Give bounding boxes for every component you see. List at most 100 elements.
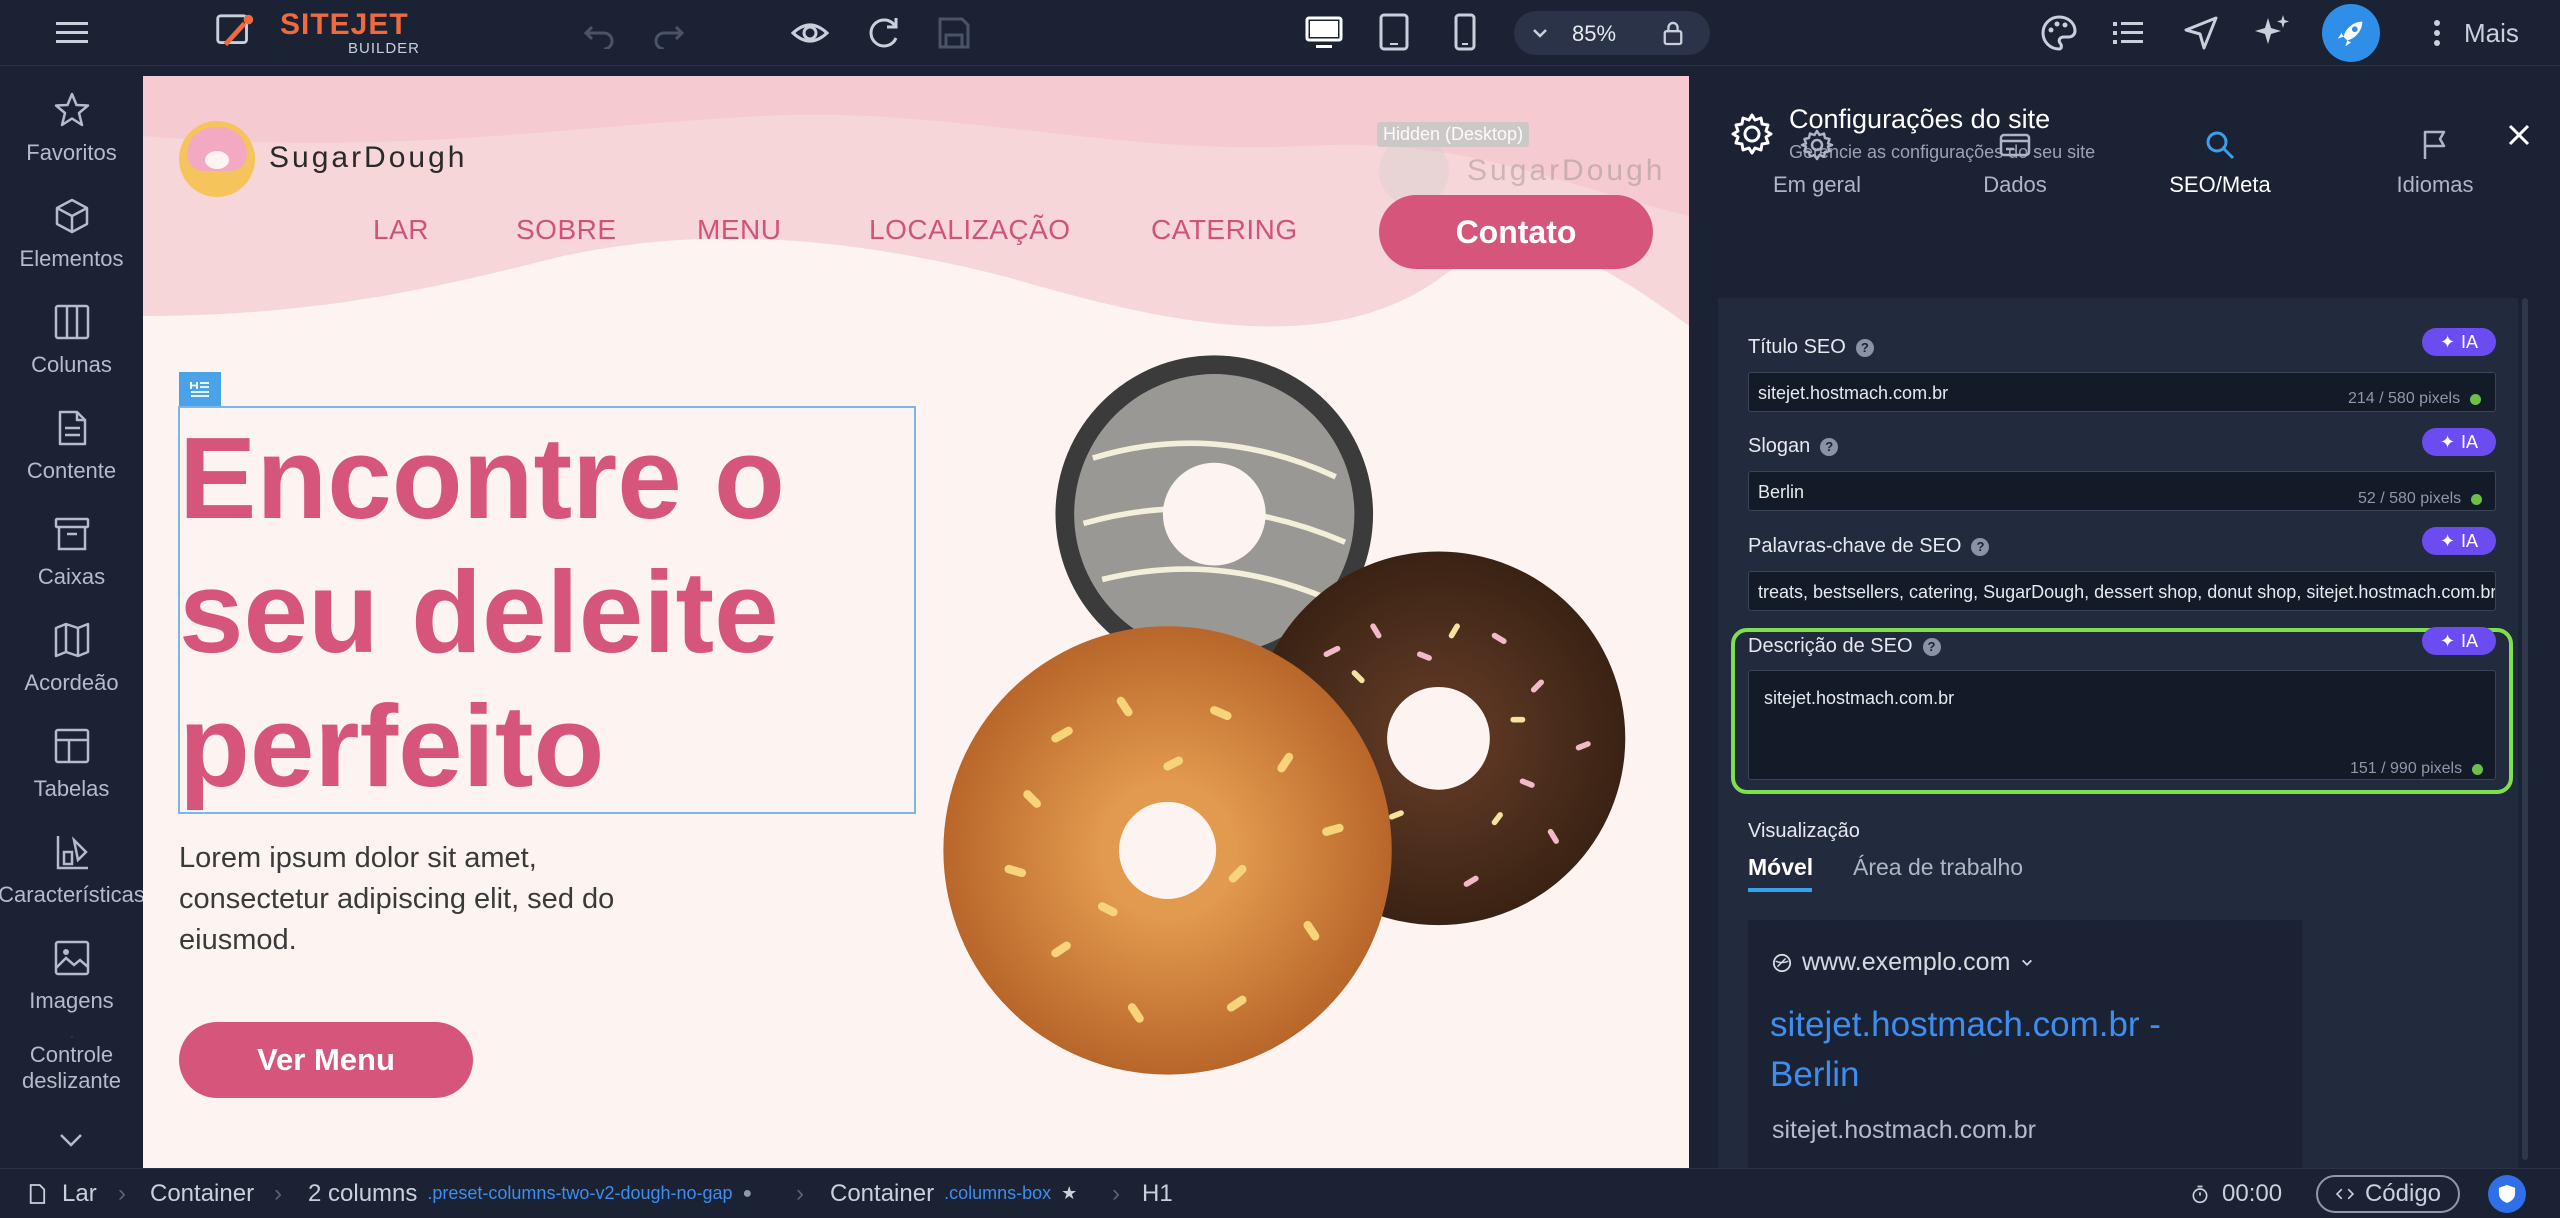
menu-icon[interactable] <box>52 17 92 49</box>
sidebar-item-controle-deslizante[interactable]: Controle deslizante <box>0 1036 143 1094</box>
mobile-icon[interactable] <box>1450 12 1480 52</box>
tab-em-geral[interactable]: Em geral <box>1727 128 1907 198</box>
nav-link-localizacao[interactable]: LOCALIZAÇÃO <box>869 214 1071 246</box>
security-badge[interactable] <box>2488 1175 2526 1213</box>
hero-body: Lorem ipsum dolor sit amet, consectetur … <box>179 838 614 961</box>
donuts-image <box>943 355 1626 1075</box>
list-icon[interactable] <box>2110 16 2146 50</box>
sparkle-icon[interactable] <box>2252 12 2292 52</box>
save-icon[interactable] <box>936 15 972 51</box>
tab-label: Em geral <box>1772 172 1862 197</box>
sitejet-logo[interactable]: SITEJET BUILDER <box>212 8 432 58</box>
sidebar-item-elementos[interactable]: Elementos <box>0 196 143 296</box>
slogan-counter: 52 / 580 pixels <box>2358 490 2483 508</box>
breadcrumb-item-container[interactable]: Container <box>150 1169 254 1218</box>
class-tag: .columns-box <box>944 1183 1052 1203</box>
sidebar-item-favoritos[interactable]: Favoritos <box>0 90 143 190</box>
slogan-label-text: Slogan <box>1748 435 1811 457</box>
preview-tab-desktop[interactable]: Área de trabalho <box>1853 854 2023 881</box>
lock-icon[interactable] <box>1662 20 1684 46</box>
file-icon <box>29 1183 46 1204</box>
publish-button[interactable] <box>2322 4 2380 62</box>
logo-name: SITEJET <box>280 8 409 41</box>
sidebar-item-contente[interactable]: Contente <box>0 408 143 508</box>
nav-link-lar[interactable]: LAR <box>373 214 429 246</box>
sidebar-item-label: Acordeão <box>24 670 119 695</box>
sidebar-item-colunas[interactable]: Colunas <box>0 302 143 402</box>
eye-icon[interactable] <box>790 14 830 52</box>
navigation-icon[interactable] <box>2182 14 2220 52</box>
help-icon[interactable]: ? <box>1820 437 1839 456</box>
ai-label: IA <box>2461 630 2479 651</box>
nav-link-catering[interactable]: CATERING <box>1151 214 1298 246</box>
breadcrumb-item-lar[interactable]: Lar <box>28 1169 97 1218</box>
heading-icon <box>190 382 209 397</box>
palette-icon: ● <box>742 1184 753 1202</box>
desktop-icon[interactable] <box>1304 14 1344 52</box>
preview-title-line1: sitejet.hostmach.com.br - <box>1770 1005 2161 1044</box>
hero-heading-line1: Encontre o <box>179 413 785 543</box>
columns-icon <box>54 304 89 340</box>
glazed-donut <box>943 626 1392 1075</box>
seo-title-counter: 214 / 580 pixels <box>2348 390 2482 408</box>
flag-icon <box>2423 130 2446 159</box>
ai-label: IA <box>2461 331 2479 352</box>
counter-text: 52 / 580 pixels <box>2358 490 2462 507</box>
hero-body-line1: Lorem ipsum dolor sit amet, <box>179 842 537 874</box>
tab-idiomas[interactable]: Idiomas <box>2345 128 2525 198</box>
nav-link-sobre[interactable]: SOBRE <box>516 214 617 246</box>
sidebar-item-caracteristicas[interactable]: Características <box>0 832 145 932</box>
class-tag: .preset-columns-two-v2-dough-no-gap <box>427 1183 733 1203</box>
more-vertical-icon[interactable] <box>2426 16 2448 50</box>
breadcrumb-item-2-columns[interactable]: 2 columns .preset-columns-two-v2-dough-n… <box>308 1169 752 1218</box>
star-icon <box>54 92 89 127</box>
top-toolbar: SITEJET BUILDER 85% Mais <box>0 0 2560 66</box>
keywords-input[interactable]: treats, bestsellers, catering, SugarDoug… <box>1748 571 2496 611</box>
preview-tab-mobile[interactable]: Móvel <box>1748 854 1813 881</box>
element-handle[interactable] <box>179 372 221 406</box>
zoom-selector[interactable]: 85% <box>1514 11 1710 55</box>
breadcrumb-separator: › <box>1112 1179 1120 1207</box>
tab-seo-meta[interactable]: SEO/Meta <box>2130 128 2310 198</box>
tab-dados[interactable]: Dados <box>1925 128 2105 198</box>
scroll-down-icon[interactable] <box>56 1128 86 1152</box>
breadcrumb-item-h1[interactable]: H1 <box>1142 1169 1173 1218</box>
ai-button[interactable]: ✦ IA <box>2422 627 2496 655</box>
panel-scrollbar[interactable] <box>2522 298 2528 1160</box>
hero-heading: Encontre o seu deleite perfeito <box>179 411 919 813</box>
sparkle-icon: ✦ <box>2439 530 2456 551</box>
ai-button[interactable]: ✦ IA <box>2422 428 2496 456</box>
brand-name: SugarDough <box>269 141 468 174</box>
menu-button[interactable]: Ver Menu <box>179 1022 473 1098</box>
redo-icon[interactable] <box>652 17 686 49</box>
brand-logo[interactable] <box>179 121 255 197</box>
code-button[interactable]: Código <box>2316 1175 2460 1213</box>
ai-button[interactable]: ✦ IA <box>2422 527 2496 555</box>
timer: 00:00 <box>2190 1169 2282 1218</box>
breadcrumb-item-container-2[interactable]: Container .columns-box ★ <box>830 1169 1077 1218</box>
sidebar-item-tabelas[interactable]: Tabelas <box>0 726 143 826</box>
description-label-text: Descrição de SEO <box>1748 635 1913 657</box>
more-label[interactable]: Mais <box>2464 18 2519 49</box>
preview-title[interactable]: sitejet.hostmach.com.br - Berlin <box>1770 1000 2161 1100</box>
sidebar-item-acordeao[interactable]: Acordeão <box>0 620 143 720</box>
undo-icon[interactable] <box>582 17 616 49</box>
left-sidebar: Favoritos Elementos Colunas Contente Cai… <box>0 66 145 1168</box>
shield-icon <box>2498 1185 2516 1203</box>
contact-button[interactable]: Contato <box>1379 195 1653 269</box>
help-icon[interactable]: ? <box>1855 338 1874 357</box>
breadcrumb-separator: › <box>118 1179 126 1207</box>
tab-label: Idiomas <box>2396 172 2474 197</box>
ai-button[interactable]: ✦ IA <box>2422 328 2496 356</box>
sidebar-item-caixas[interactable]: Caixas <box>0 514 143 614</box>
hidden-brand-name: SugarDough <box>1467 154 1666 187</box>
help-icon[interactable]: ? <box>1922 637 1941 656</box>
sidebar-item-imagens[interactable]: Imagens <box>0 938 143 1038</box>
nav-link-menu[interactable]: MENU <box>697 214 781 246</box>
help-icon[interactable]: ? <box>1971 537 1990 556</box>
status-dot <box>2472 763 2484 775</box>
refresh-icon[interactable] <box>864 14 902 52</box>
seo-title-label: Título SEO? <box>1748 336 1874 359</box>
palette-icon[interactable] <box>2040 14 2078 52</box>
tablet-icon[interactable] <box>1376 12 1412 52</box>
